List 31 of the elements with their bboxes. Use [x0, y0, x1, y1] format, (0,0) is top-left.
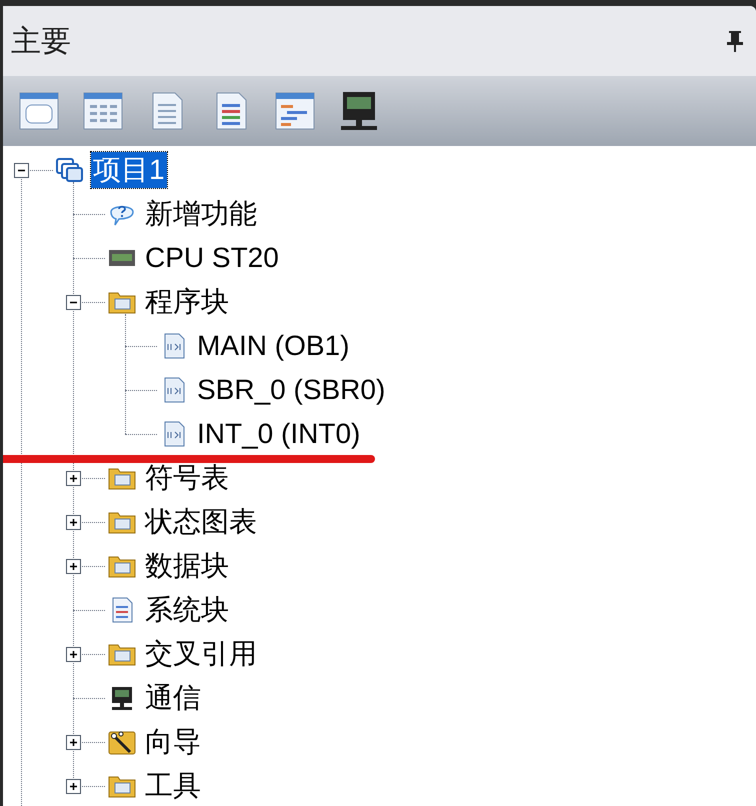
tree-item[interactable]: SBR_0 (SBR0) — [195, 372, 388, 408]
tree-item[interactable]: 新增功能 — [143, 196, 259, 232]
collapse-toggle[interactable] — [14, 162, 29, 178]
plus-icon — [69, 738, 78, 746]
tree-item[interactable]: 数据块 — [143, 548, 231, 584]
tree-item[interactable]: 通信 — [143, 680, 203, 716]
tree-item[interactable]: INT_0 (INT0) — [195, 416, 362, 452]
tree-item[interactable]: 符号表 — [143, 460, 231, 496]
expand-toggle[interactable] — [66, 514, 81, 530]
expand-toggle[interactable] — [66, 470, 81, 486]
plus-icon — [69, 782, 78, 790]
tree-item[interactable]: 项目1 — [91, 152, 167, 188]
expand-toggle[interactable] — [66, 734, 81, 750]
tree-item[interactable]: 状态图表 — [143, 504, 259, 540]
tree-item[interactable]: 程序块 — [143, 284, 231, 320]
plus-icon — [69, 650, 78, 658]
expand-toggle[interactable] — [66, 558, 81, 574]
expand-toggle[interactable] — [66, 778, 81, 794]
plus-icon — [69, 474, 78, 482]
windows-icon — [55, 156, 85, 184]
tree-item[interactable]: 系统块 — [143, 592, 231, 628]
plus-icon — [69, 518, 78, 526]
plus-icon — [69, 562, 78, 570]
tree-item[interactable]: 交叉引用 — [143, 636, 259, 672]
collapse-toggle[interactable] — [66, 294, 81, 310]
tree-item[interactable]: 工具 — [143, 768, 203, 804]
expand-toggle[interactable] — [66, 646, 81, 662]
panel-title: 主要 — [11, 24, 71, 60]
tree-item[interactable]: MAIN (OB1) — [195, 328, 352, 364]
tree-item[interactable]: CPU ST20 — [143, 240, 281, 276]
tree-item[interactable]: 向导 — [143, 724, 203, 760]
